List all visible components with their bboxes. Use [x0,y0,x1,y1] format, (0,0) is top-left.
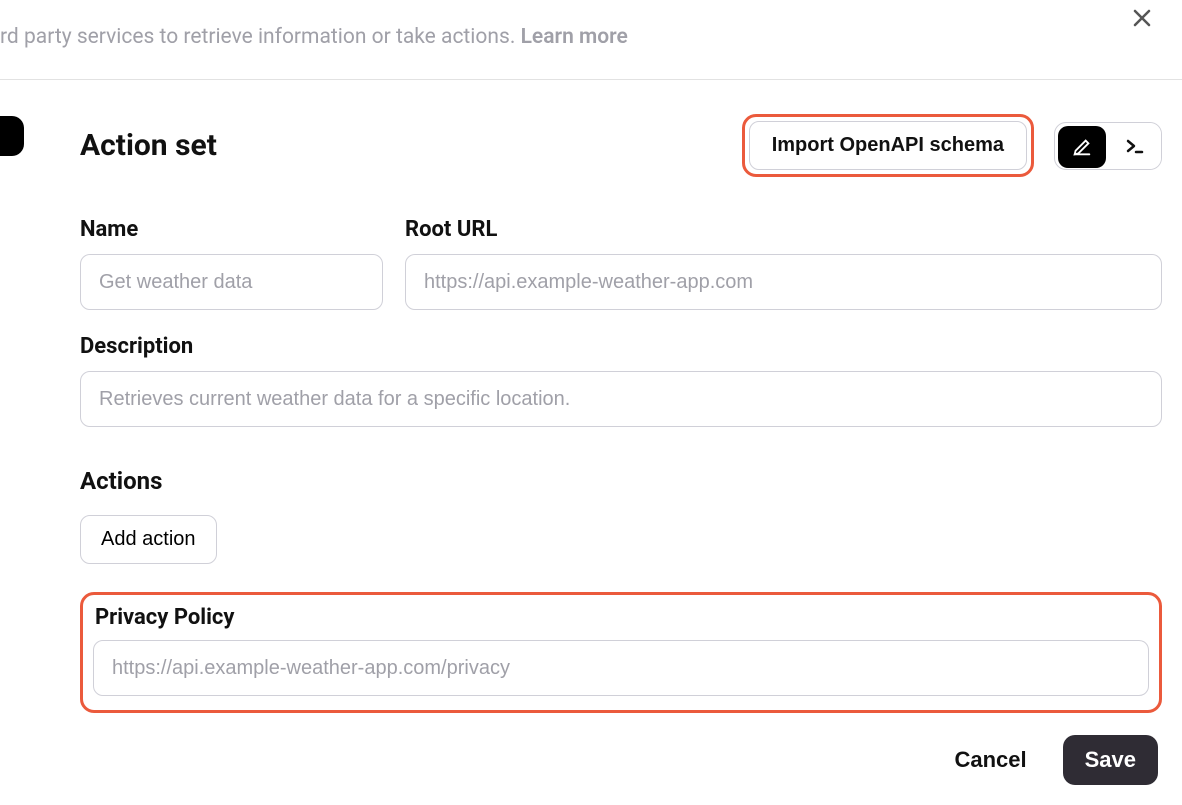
cancel-button[interactable]: Cancel [948,746,1032,774]
privacy-policy-input[interactable] [93,640,1149,696]
import-openapi-button[interactable]: Import OpenAPI schema [749,121,1027,170]
terminal-icon[interactable] [1109,123,1161,169]
name-label: Name [80,217,383,242]
page-title: Action set [80,128,217,163]
side-handle [0,116,24,156]
import-highlight: Import OpenAPI schema [742,114,1034,177]
top-bar: rd party services to retrieve informatio… [0,0,1182,80]
learn-more-link[interactable]: Learn more [521,25,628,49]
view-toggle[interactable] [1054,122,1162,170]
name-input[interactable] [80,254,383,310]
actions-section-title: Actions [80,467,1162,495]
privacy-policy-label: Privacy Policy [95,605,1149,630]
top-blurb: rd party services to retrieve informatio… [0,0,1182,49]
privacy-policy-highlight: Privacy Policy [80,592,1162,713]
description-label: Description [80,334,1162,359]
root-url-label: Root URL [405,217,1162,242]
edit-icon[interactable] [1058,126,1106,168]
root-url-input[interactable] [405,254,1162,310]
description-input[interactable] [80,371,1162,427]
close-icon[interactable] [1130,6,1154,30]
save-button[interactable]: Save [1063,735,1158,785]
top-blurb-text: rd party services to retrieve informatio… [0,25,521,49]
add-action-button[interactable]: Add action [80,515,217,564]
